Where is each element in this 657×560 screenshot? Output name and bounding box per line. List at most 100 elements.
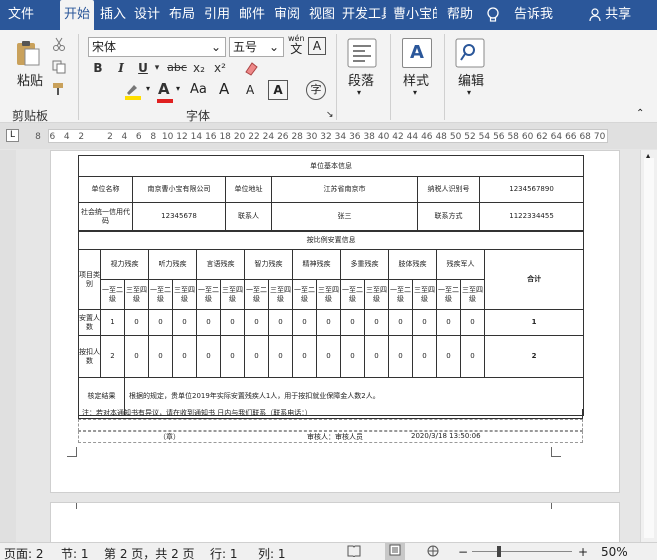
separator	[444, 34, 445, 120]
font-color-swatch	[157, 99, 173, 103]
status-row[interactable]: 行: 1	[210, 545, 238, 560]
zoom-level[interactable]: 50%	[601, 545, 628, 559]
grade-header: 一至二级	[100, 279, 125, 310]
tab-selector[interactable]: L	[6, 129, 19, 142]
count-cell: 0	[268, 335, 293, 378]
total-header: 合计	[483, 249, 585, 310]
horizontal-ruler[interactable]: L 8 6 4 2 2 4 6 8 10 12 14 16 18 20 22 24 26 28 30 32 34 36 38…	[0, 123, 657, 149]
count-cell: 0	[340, 335, 365, 378]
count-cell: 0	[148, 309, 173, 336]
grade-header: 一至二级	[244, 279, 269, 310]
tab-mailings[interactable]: 邮件	[239, 0, 265, 30]
count-cell: 0	[340, 309, 365, 336]
contact-value: 张三	[271, 202, 418, 231]
tab-view[interactable]: 视图	[309, 0, 335, 30]
copy-icon[interactable]	[52, 60, 66, 77]
enclose-characters-button[interactable]: 字	[306, 80, 326, 100]
font-group-label: 字体	[186, 109, 211, 123]
basic-info-table: 单位基本信息 单位名称 南京曹小宝有限公司 单位地址 江苏省南京市 纳税人识别号…	[77, 155, 585, 231]
grade-header: 一至二级	[292, 279, 317, 310]
credit-code-label: 社会统一信用代码	[78, 202, 133, 231]
tab-custom[interactable]: 曹小宝的	[393, 0, 437, 30]
tab-design[interactable]: 设计	[134, 0, 160, 30]
status-page[interactable]: 页面: 2	[4, 545, 44, 560]
item-category-label: 项目类别	[78, 249, 101, 310]
footer-note: 注：若对本通知书有异议，请在收到通知书 日内与我们联系（联系电话：）	[78, 409, 583, 419]
separator	[336, 34, 337, 120]
tell-me-search[interactable]: 告诉我	[514, 0, 553, 30]
person-icon	[589, 7, 605, 22]
tab-file[interactable]: 文件	[8, 0, 34, 30]
count-cell: 0	[460, 335, 485, 378]
count-cell: 0	[244, 335, 269, 378]
subscript-button[interactable]: x₂	[191, 59, 207, 77]
format-painter-icon[interactable]	[52, 82, 66, 99]
margin-mark	[551, 503, 561, 509]
strikethrough-button[interactable]: abc	[166, 59, 188, 77]
chevron-down-icon[interactable]: ▾	[146, 84, 150, 93]
tab-home[interactable]: 开始	[60, 0, 94, 30]
superscript-button[interactable]: x²	[212, 59, 228, 77]
shrink-font-button[interactable]: A	[246, 83, 254, 97]
collapse-ribbon-icon[interactable]: ⌃	[636, 108, 644, 119]
styles-button[interactable]: A	[402, 38, 432, 68]
bold-button[interactable]: B	[91, 59, 105, 77]
font-size-select[interactable]: 五号 ⌄	[229, 37, 284, 57]
chevron-down-icon[interactable]: ▾	[176, 84, 180, 93]
zoom-slider-thumb[interactable]	[497, 546, 501, 557]
seal-text: （章）	[159, 433, 180, 441]
change-case-button[interactable]: Aa	[190, 82, 207, 97]
zoom-slider[interactable]	[472, 551, 572, 552]
paragraph-button[interactable]	[347, 38, 377, 71]
count-cell: 0	[268, 309, 293, 336]
status-col[interactable]: 列: 1	[258, 545, 286, 560]
count-cell: 0	[196, 309, 221, 336]
phonetic-guide-button[interactable]: wén 文	[288, 34, 305, 56]
chevron-down-icon[interactable]: ▾	[153, 59, 161, 77]
tab-help[interactable]: 帮助	[447, 0, 473, 30]
basic-info-title: 单位基本信息	[77, 155, 585, 177]
count-cell: 0	[172, 309, 197, 336]
count-cell: 0	[316, 309, 341, 336]
document-page-2[interactable]	[50, 502, 620, 542]
count-cell: 2	[100, 335, 125, 378]
char-border-button[interactable]: A	[308, 37, 326, 55]
font-color-button[interactable]: A	[158, 80, 170, 98]
editing-button[interactable]	[455, 38, 485, 71]
clear-formatting-icon[interactable]	[244, 60, 260, 79]
status-pages[interactable]: 第 2 页，共 2 页	[104, 545, 195, 560]
web-layout-icon[interactable]	[426, 545, 440, 560]
read-mode-icon[interactable]	[347, 545, 361, 560]
tab-references[interactable]: 引用	[204, 0, 230, 30]
count-cell: 0	[436, 335, 461, 378]
vertical-scrollbar[interactable]: ▲	[640, 150, 657, 542]
highlight-icon[interactable]	[124, 82, 142, 103]
address-label: 单位地址	[225, 176, 272, 203]
font-name-select[interactable]: 宋体 ⌄	[88, 37, 226, 57]
dialog-launcher-icon[interactable]: ↘	[326, 110, 334, 120]
cut-icon[interactable]	[52, 37, 66, 54]
print-layout-icon[interactable]	[385, 543, 405, 560]
tab-developer[interactable]: 开发工具	[342, 0, 386, 30]
zoom-in-button[interactable]: +	[578, 545, 588, 559]
grow-font-button[interactable]: A	[219, 80, 229, 98]
vertical-ruler[interactable]	[0, 150, 16, 542]
italic-button[interactable]: I	[114, 59, 128, 77]
paste-button[interactable]	[12, 38, 42, 71]
status-section[interactable]: 节: 1	[61, 545, 89, 560]
zoom-out-button[interactable]: −	[458, 545, 468, 559]
font-size-value: 五号	[233, 40, 258, 54]
tab-review[interactable]: 审阅	[274, 0, 300, 30]
underline-button[interactable]: U	[136, 59, 150, 77]
tab-insert[interactable]: 插入	[100, 0, 126, 30]
grade-header: 三至四级	[172, 279, 197, 310]
count-cell: 0	[292, 309, 317, 336]
chevron-down-icon: ⌄	[210, 40, 221, 54]
document-page[interactable]: 单位基本信息 单位名称 南京曹小宝有限公司 单位地址 江苏省南京市 纳税人识别号…	[50, 150, 620, 493]
grade-header: 一至二级	[196, 279, 221, 310]
tab-layout[interactable]: 布局	[169, 0, 195, 30]
scroll-track[interactable]	[644, 158, 654, 538]
lightbulb-icon	[486, 0, 500, 30]
share-button[interactable]: 共享	[589, 0, 631, 30]
char-shading-button[interactable]: A	[268, 80, 288, 100]
